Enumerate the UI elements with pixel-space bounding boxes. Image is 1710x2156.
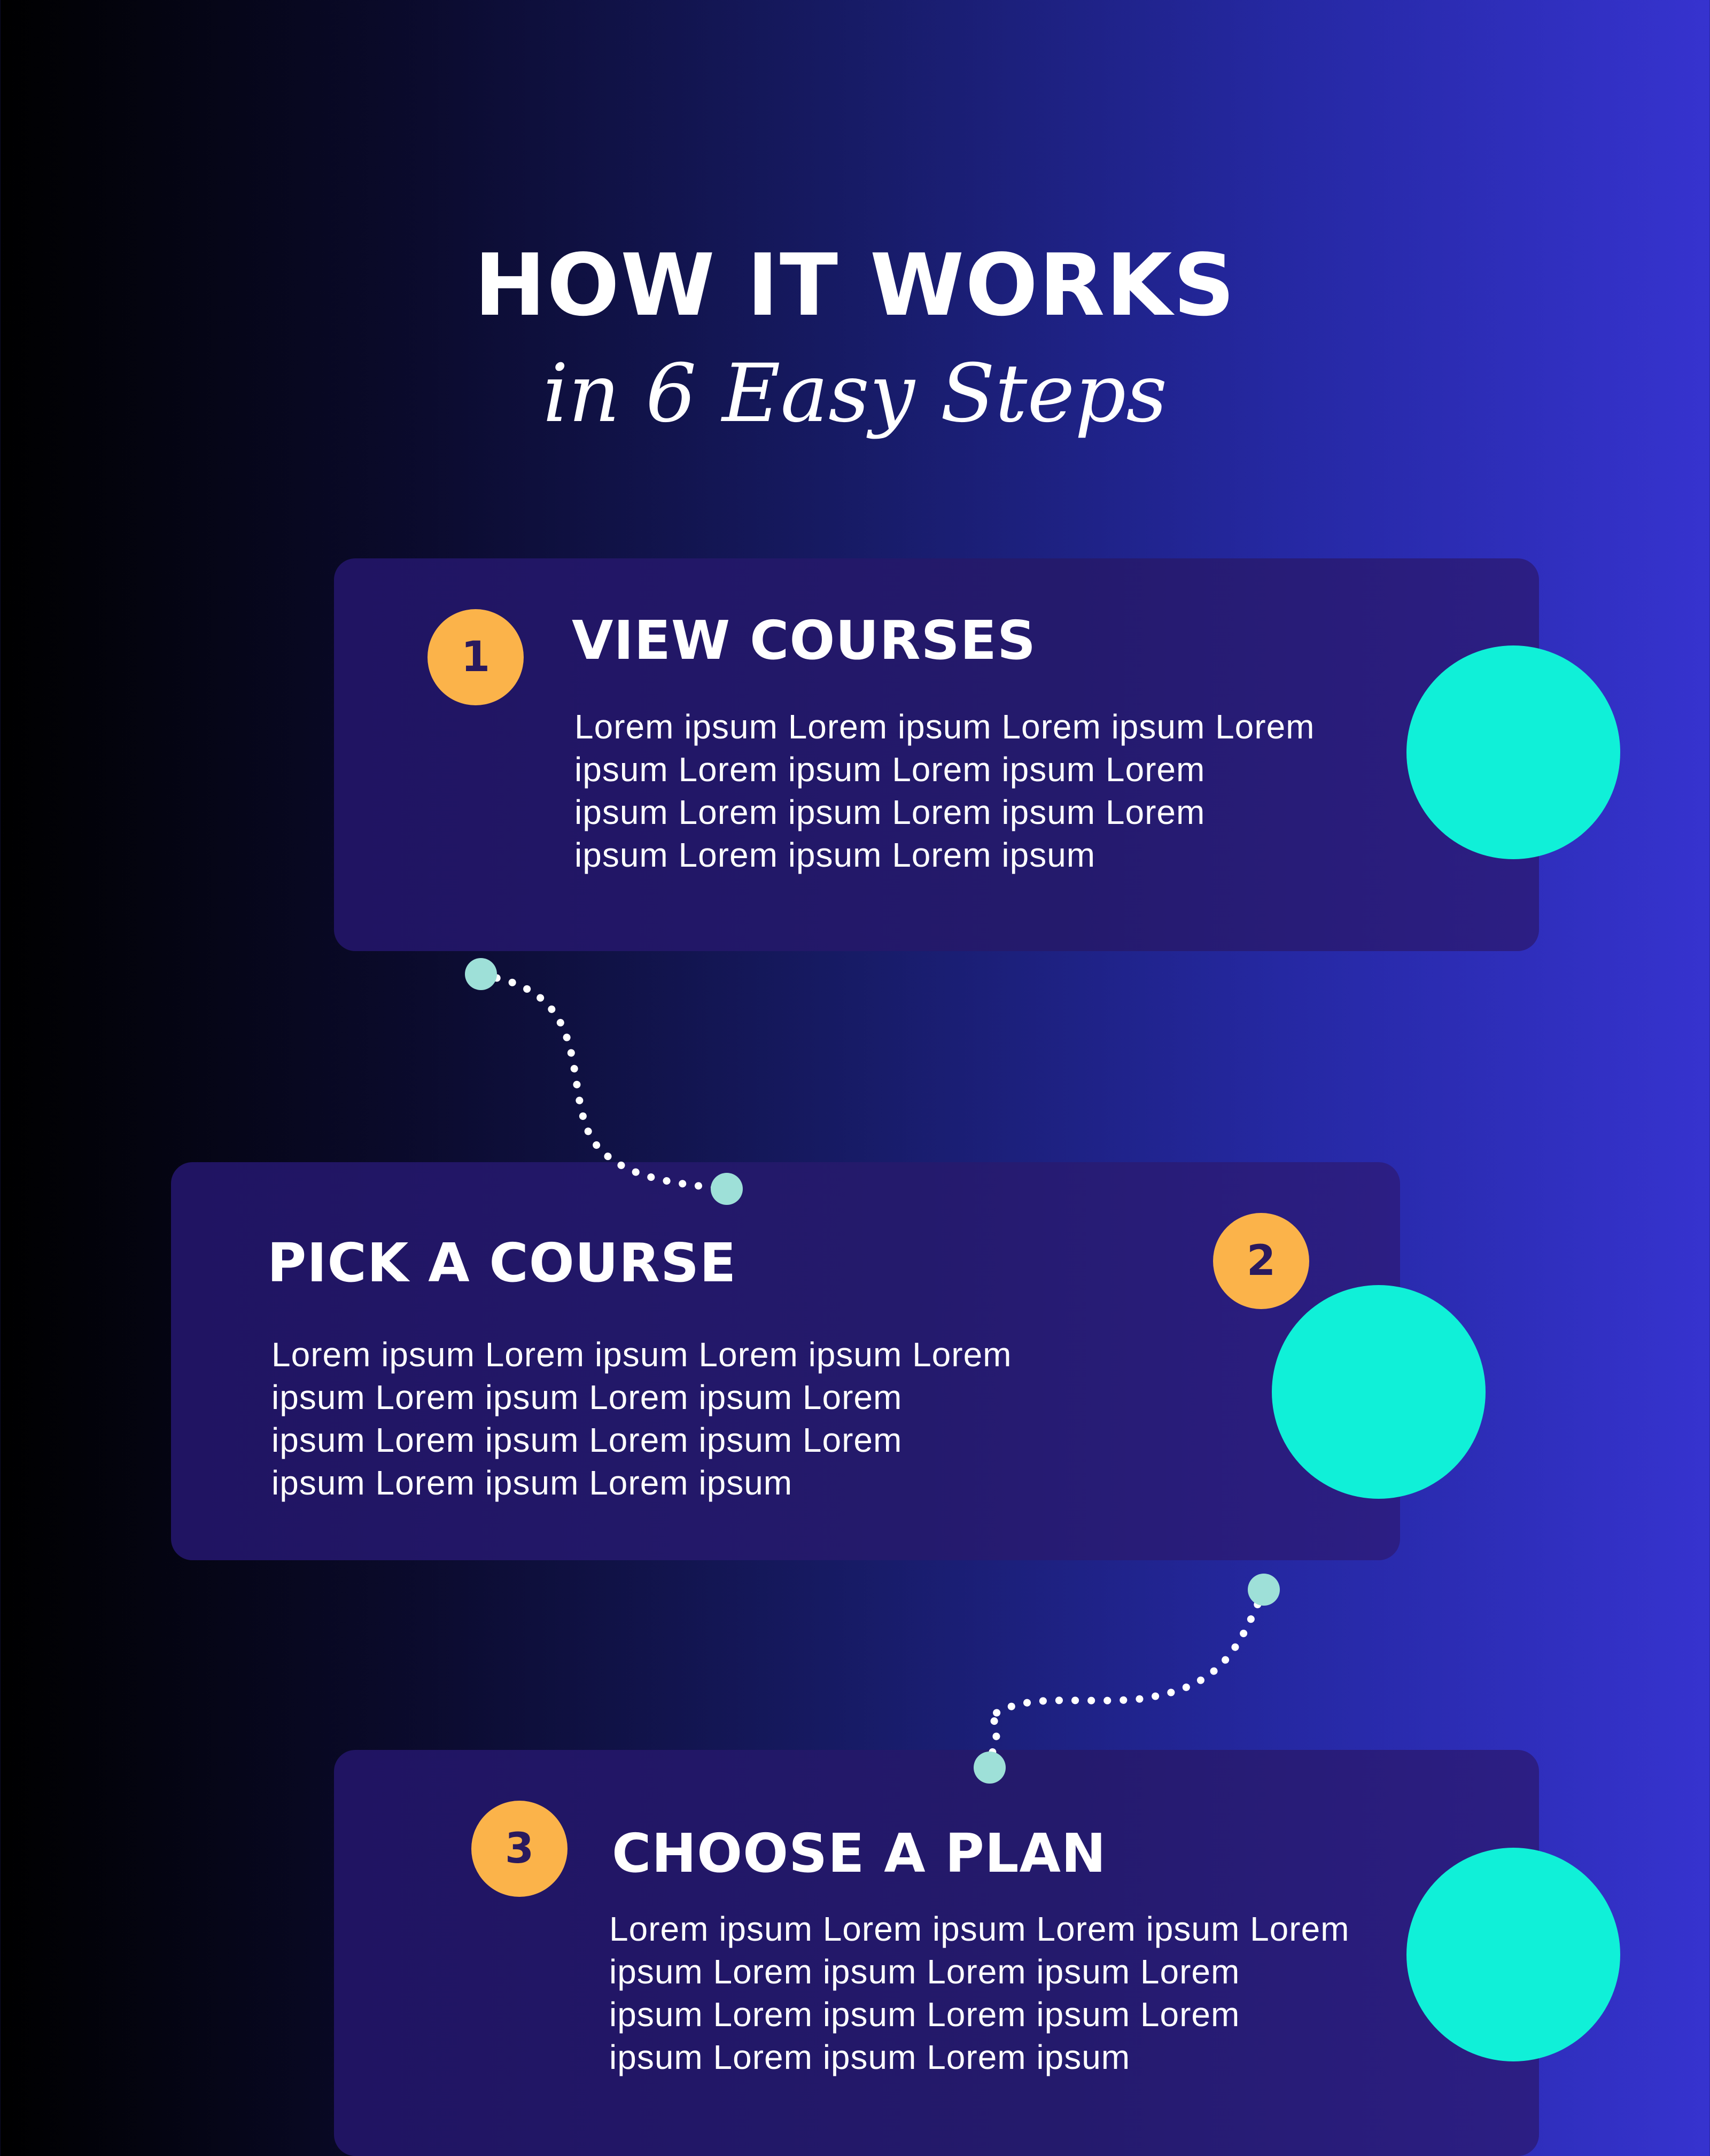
step-number-badge-1: 1 <box>428 609 524 705</box>
decorative-circle-1 <box>1406 645 1620 859</box>
step-heading-3: CHOOSE A PLAN <box>612 1822 1107 1885</box>
page-title: HOW IT WORKS <box>474 235 1236 335</box>
step-number-badge-3: 3 <box>471 1801 568 1897</box>
page-subtitle: in 6 Easy Steps <box>542 347 1168 440</box>
step-body-3: Lorem ipsum Lorem ipsum Lorem ipsum Lore… <box>609 1910 1350 2076</box>
step-heading-1: VIEW COURSES <box>572 609 1036 672</box>
decorative-circle-2 <box>1272 1285 1486 1499</box>
step-body-1: Lorem ipsum Lorem ipsum Lorem ipsum Lore… <box>574 707 1315 874</box>
step-number-badge-2: 2 <box>1213 1213 1309 1309</box>
connector-start-dot <box>465 958 497 990</box>
step-body-2: Lorem ipsum Lorem ipsum Lorem ipsum Lore… <box>271 1335 1012 1502</box>
step-heading-2: PICK A COURSE <box>267 1232 737 1294</box>
decorative-circle-3 <box>1406 1848 1620 2061</box>
connector-start-dot <box>1248 1574 1280 1606</box>
